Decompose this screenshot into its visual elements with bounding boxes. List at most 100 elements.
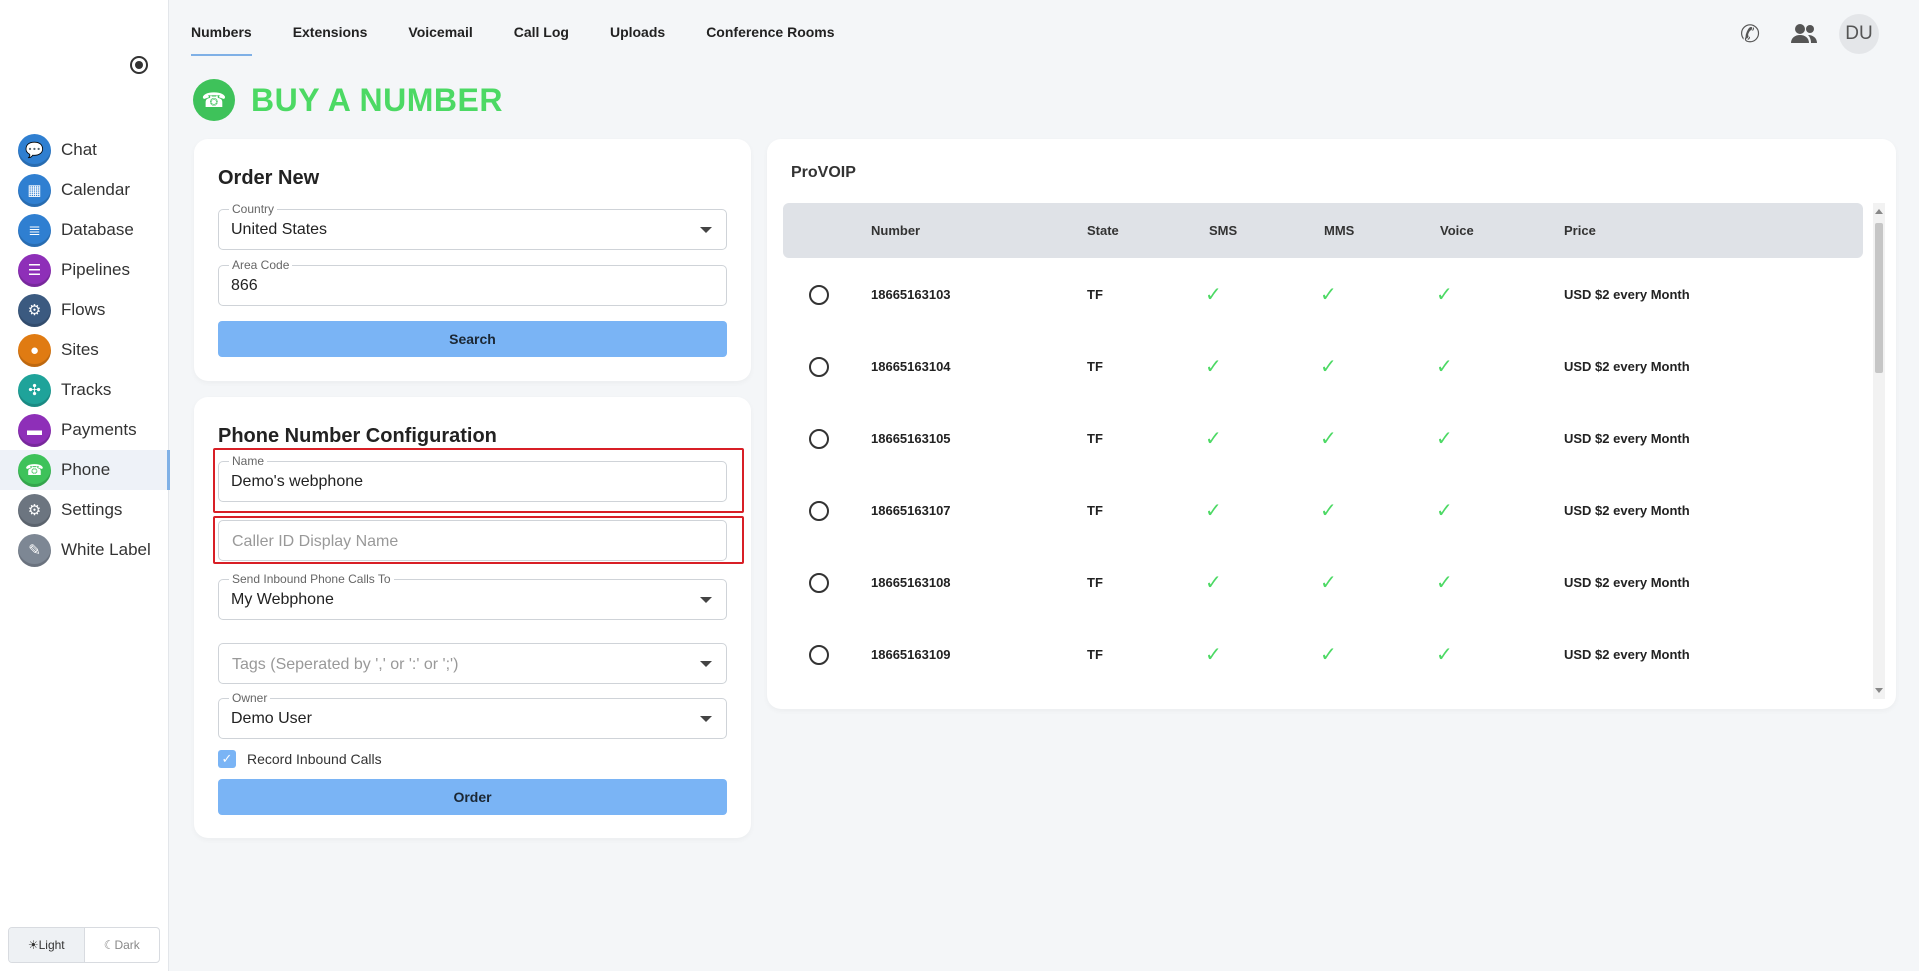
area-code-value: 866 (231, 277, 258, 294)
sidebar-item-tracks[interactable]: ✣ Tracks (0, 370, 169, 410)
cell-state: TF (1087, 287, 1103, 302)
sites-icon: ● (18, 333, 51, 367)
light-theme-button[interactable]: ☀Light (9, 928, 85, 962)
check-icon: ✓ (1205, 572, 1222, 594)
sidebar-item-label: Chat (61, 140, 97, 159)
row-select-radio[interactable] (809, 429, 829, 449)
row-select-radio[interactable] (809, 285, 829, 305)
sidebar: 💬 Chat ▦ Calendar ≣ Database ☰ Pipelines ⚙ Flows ●… (0, 0, 170, 971)
sidebar-item-settings[interactable]: ⚙ Settings (0, 490, 169, 530)
tracks-icon: ✣ (18, 373, 51, 407)
check-icon: ✓ (1436, 284, 1453, 306)
sidebar-item-label: Sites (61, 340, 99, 359)
column-state: State (1087, 223, 1119, 238)
scroll-up-icon[interactable] (1875, 209, 1883, 214)
check-icon: ✓ (1320, 572, 1337, 594)
table-row[interactable]: 18665163105 TF USD $2 every Month ✓ ✓ ✓ (783, 402, 1863, 474)
table-row[interactable]: 18665163104 TF USD $2 every Month ✓ ✓ ✓ (783, 330, 1863, 402)
sidebar-item-chat[interactable]: 💬 Chat (0, 130, 169, 170)
check-icon: ✓ (1205, 500, 1222, 522)
name-value: Demo's webphone (231, 473, 364, 490)
caller-id-input[interactable]: Caller ID Display Name (218, 520, 727, 561)
sidebar-item-flows[interactable]: ⚙ Flows (0, 290, 169, 330)
cell-state: TF (1087, 431, 1103, 446)
row-select-radio[interactable] (809, 501, 829, 521)
phone-icon: ☎ (18, 453, 51, 487)
tags-select[interactable]: Tags (Seperated by ',' or ':' or ';') (218, 643, 727, 684)
row-select-radio[interactable] (809, 357, 829, 377)
flows-icon: ⚙ (18, 293, 51, 327)
chevron-down-icon (700, 597, 712, 603)
row-select-radio[interactable] (809, 573, 829, 593)
sidebar-item-pipelines[interactable]: ☰ Pipelines (0, 250, 169, 290)
country-value: United States (231, 221, 328, 238)
phone-plus-icon: ☎ (193, 79, 235, 121)
check-icon: ✓ (1320, 500, 1337, 522)
send-inbound-value: My Webphone (231, 591, 334, 608)
top-tabs: Numbers Extensions Voicemail Call Log Up… (191, 0, 876, 58)
cell-number: 18665163105 (871, 431, 951, 446)
database-icon: ≣ (18, 213, 51, 247)
chat-icon: 💬 (18, 133, 51, 167)
tab-numbers[interactable]: Numbers (191, 0, 252, 58)
check-icon: ✓ (1320, 644, 1337, 666)
table-row[interactable]: 18665163103 TF USD $2 every Month ✓ ✓ ✓ (783, 258, 1863, 330)
scroll-down-icon[interactable] (1875, 688, 1883, 693)
sidebar-item-database[interactable]: ≣ Database (0, 210, 169, 250)
record-inbound-checkbox[interactable]: ✓ (218, 750, 236, 768)
theme-toggle[interactable]: ☀Light ☾Dark (8, 927, 160, 963)
sidebar-item-white-label[interactable]: ✎ White Label (0, 530, 169, 570)
phone-config-card: Phone Number Configuration Name Demo's w… (194, 397, 751, 838)
calendar-icon: ▦ (18, 173, 51, 207)
sidebar-collapse-button[interactable] (130, 56, 148, 74)
check-icon: ✓ (1205, 284, 1222, 306)
table-row[interactable]: 18665163109 TF USD $2 every Month ✓ ✓ ✓ (783, 618, 1863, 690)
row-select-radio[interactable] (809, 645, 829, 665)
owner-select[interactable]: Owner Demo User (218, 691, 727, 739)
search-button[interactable]: Search (218, 321, 727, 357)
page-title: BUY A NUMBER (251, 81, 503, 118)
phone-icon[interactable]: ✆ (1733, 17, 1767, 51)
contacts-icon[interactable] (1787, 17, 1821, 51)
sidebar-item-label: Flows (61, 300, 106, 319)
chevron-down-icon (700, 661, 712, 667)
sidebar-nav: 💬 Chat ▦ Calendar ≣ Database ☰ Pipelines ⚙ Flows ●… (0, 130, 170, 570)
tab-uploads[interactable]: Uploads (610, 0, 665, 58)
top-right-actions: ✆ DU (1713, 14, 1879, 54)
sidebar-item-label: Payments (61, 420, 137, 439)
check-icon: ✓ (1205, 356, 1222, 378)
cell-state: TF (1087, 359, 1103, 374)
order-new-title: Order New (218, 167, 320, 189)
check-icon: ✓ (1436, 356, 1453, 378)
column-number: Number (871, 223, 921, 238)
avatar[interactable]: DU (1839, 14, 1879, 54)
table-row[interactable]: 18665163108 TF USD $2 every Month ✓ ✓ ✓ (783, 546, 1863, 618)
sidebar-item-phone[interactable]: ☎ Phone (0, 450, 170, 490)
tab-call-log[interactable]: Call Log (514, 0, 569, 58)
check-icon: ✓ (1320, 428, 1337, 450)
sidebar-item-sites[interactable]: ● Sites (0, 330, 169, 370)
name-input[interactable]: Name Demo's webphone (218, 454, 727, 502)
sidebar-item-payments[interactable]: ▬ Payments (0, 410, 169, 450)
sidebar-item-calendar[interactable]: ▦ Calendar (0, 170, 169, 210)
check-icon: ✓ (1320, 356, 1337, 378)
record-inbound-label: Record Inbound Calls (247, 751, 382, 767)
tab-voicemail[interactable]: Voicemail (408, 0, 472, 58)
dark-theme-button[interactable]: ☾Dark (85, 928, 160, 962)
tab-extensions[interactable]: Extensions (293, 0, 368, 58)
check-icon: ✓ (1436, 644, 1453, 666)
table-header: Number State SMS MMS Voice Price (783, 203, 1863, 258)
tab-conference-rooms[interactable]: Conference Rooms (706, 0, 834, 58)
page-header: ☎ BUY A NUMBER (193, 79, 503, 121)
table-scrollbar[interactable] (1873, 203, 1885, 699)
payments-icon: ▬ (18, 413, 51, 447)
area-code-input[interactable]: Area Code 866 (218, 258, 727, 306)
send-inbound-calls-select[interactable]: Send Inbound Phone Calls To My Webphone (218, 572, 727, 620)
country-select[interactable]: Country United States (218, 202, 727, 250)
check-icon: ✓ (1436, 500, 1453, 522)
cell-state: TF (1087, 503, 1103, 518)
table-row[interactable]: 18665163107 TF USD $2 every Month ✓ ✓ ✓ (783, 474, 1863, 546)
order-button[interactable]: Order (218, 779, 727, 815)
scroll-thumb[interactable] (1875, 223, 1883, 373)
cell-state: TF (1087, 575, 1103, 590)
